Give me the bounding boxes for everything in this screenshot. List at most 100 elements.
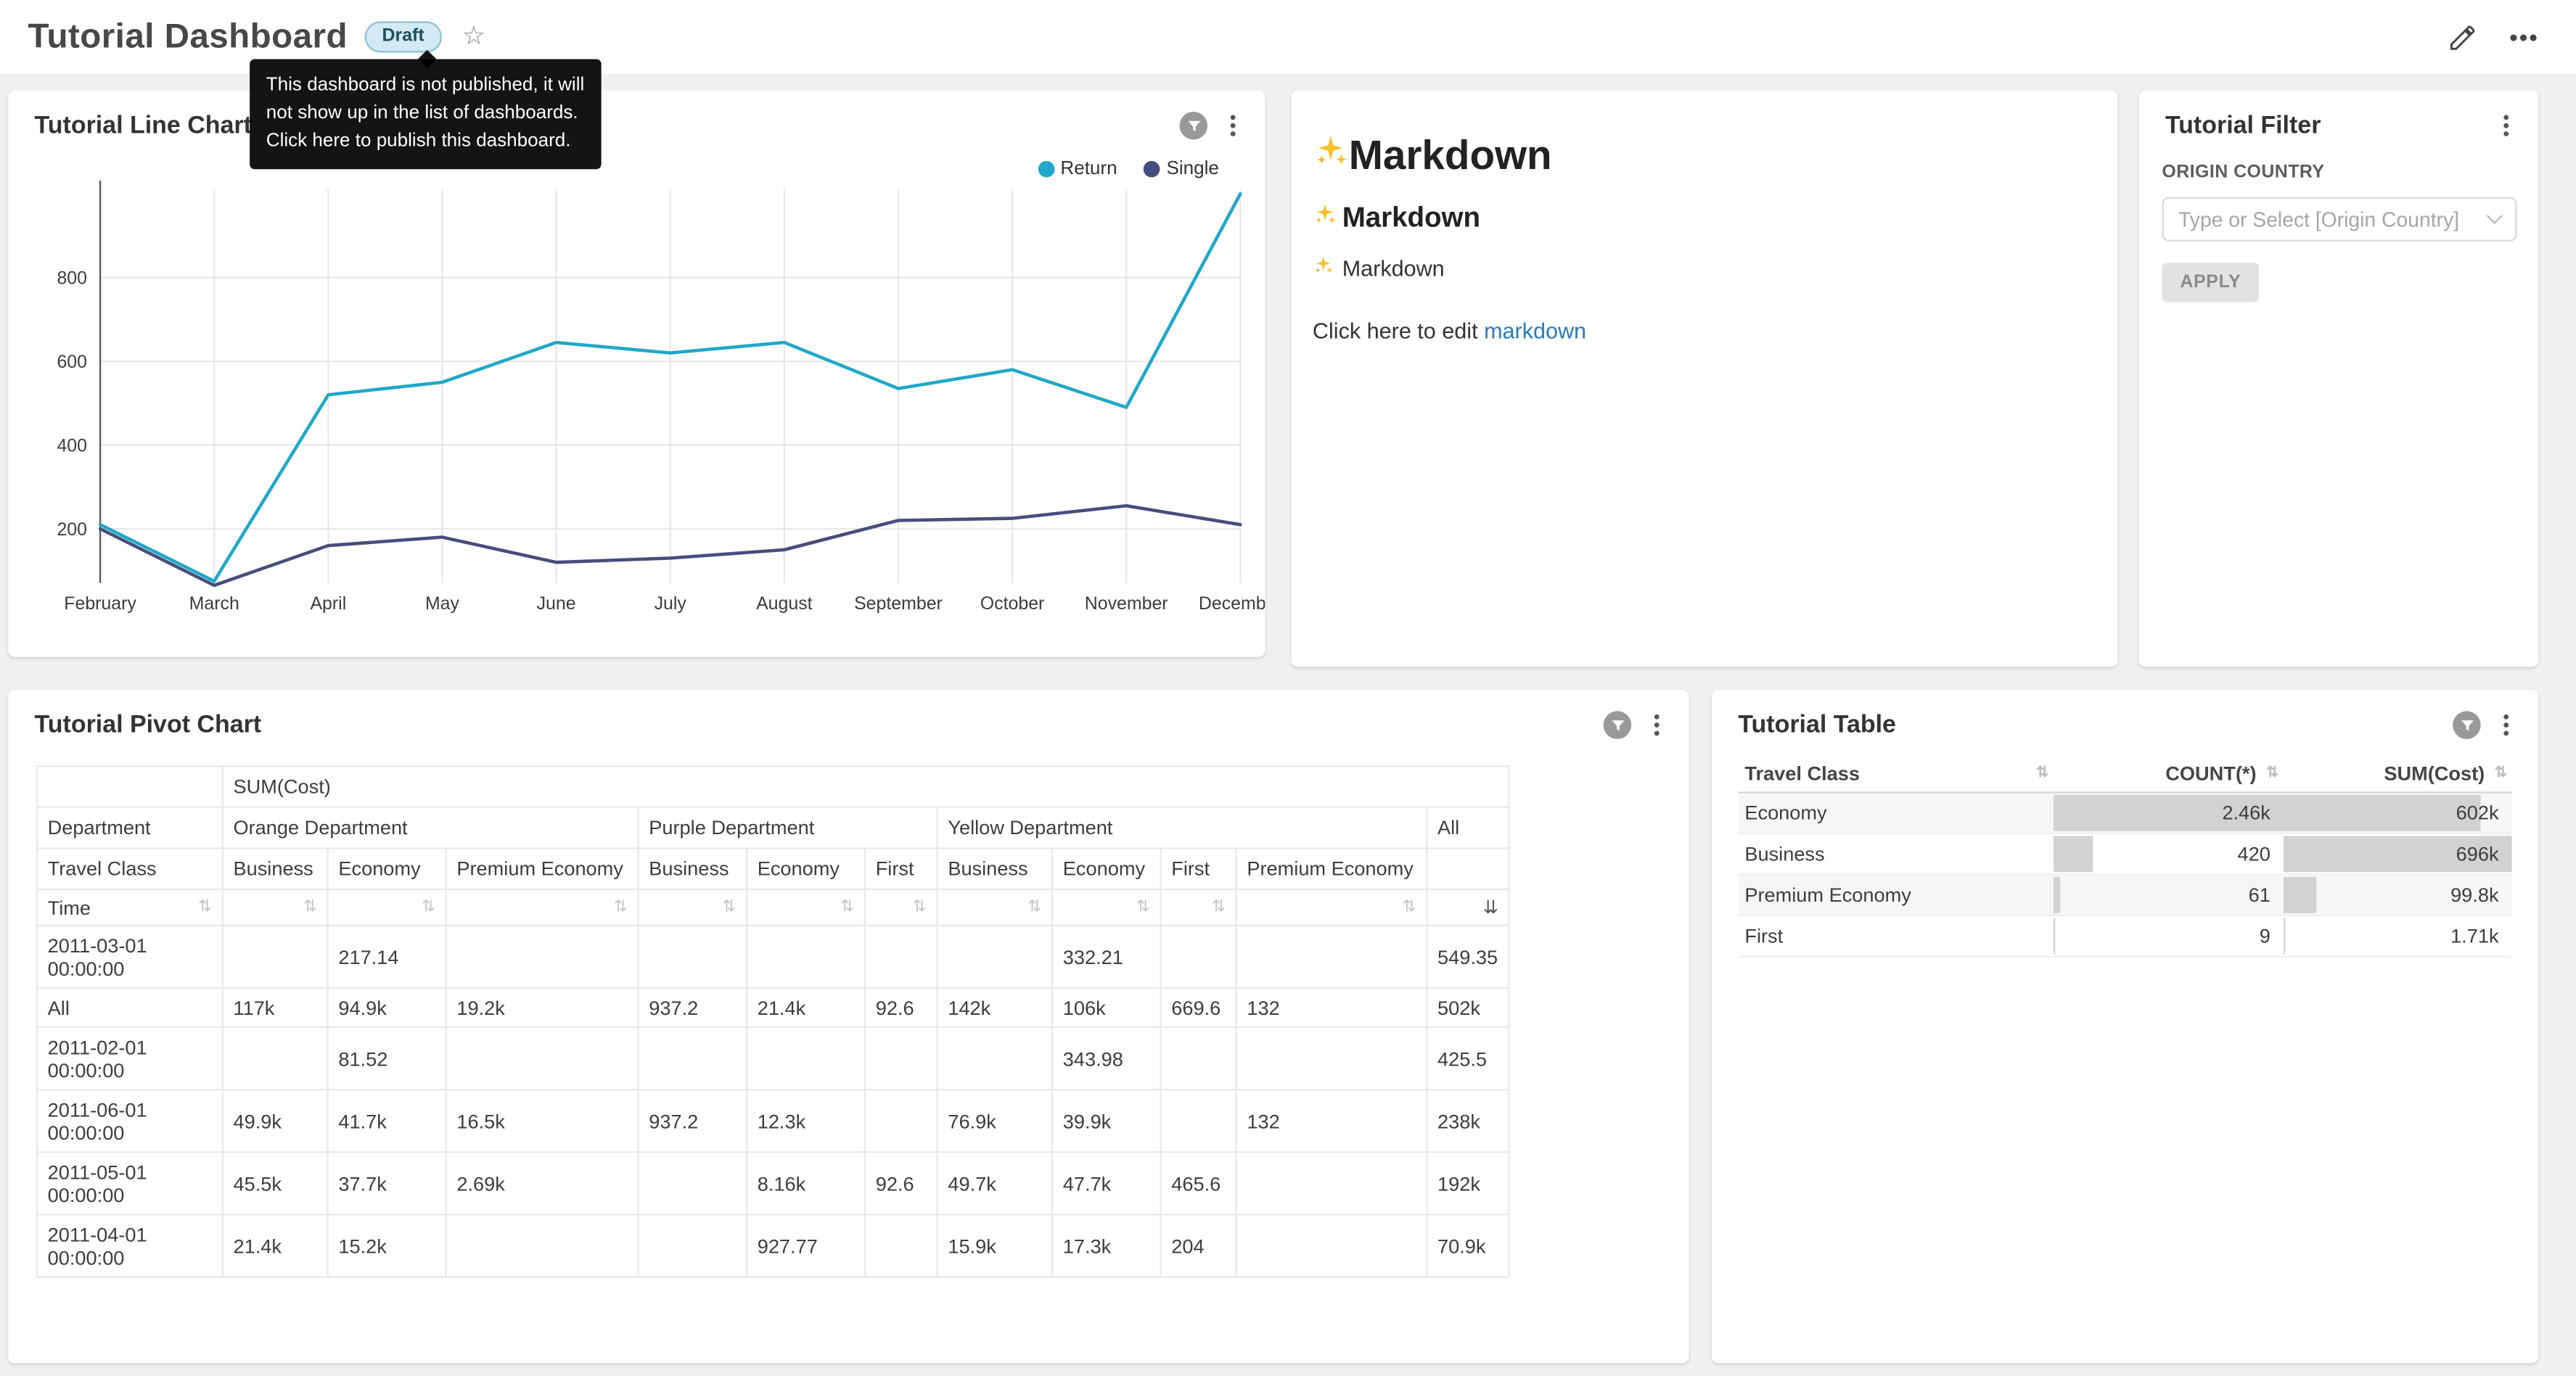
sort-icon[interactable]: ⇅ bbox=[1136, 896, 1150, 919]
sparkles-icon bbox=[1313, 255, 1334, 281]
pivot-cell bbox=[865, 1027, 938, 1090]
chevron-down-icon bbox=[2487, 208, 2503, 224]
metric-cell: 2.46k bbox=[2054, 791, 2284, 833]
sort-icon[interactable]: ⇅ bbox=[840, 896, 854, 919]
table-row[interactable]: First91.71k bbox=[1738, 915, 2511, 956]
pivot-cell: 15.2k bbox=[328, 1214, 446, 1277]
kebab-menu-icon[interactable] bbox=[2503, 123, 2509, 128]
page-title: Tutorial Dashboard bbox=[28, 17, 347, 57]
pivot-row: 2011-02-01 00:00:0081.52343.98425.5 bbox=[37, 1027, 1509, 1090]
kebab-menu-icon[interactable] bbox=[1654, 722, 1660, 728]
sort-icon[interactable]: ⇅ bbox=[422, 896, 435, 919]
select-placeholder: Type or Select [Origin Country] bbox=[2178, 207, 2459, 231]
filter-indicator-icon[interactable] bbox=[1604, 711, 1631, 738]
pivot-cell: 70.9k bbox=[1427, 1214, 1509, 1277]
markdown-paragraph: Markdown bbox=[1313, 255, 2091, 281]
pivot-cell: 47.7k bbox=[1052, 1152, 1160, 1214]
sort-icon[interactable]: ⇅ bbox=[1212, 896, 1226, 919]
table-row[interactable]: Premium Economy6199.8k bbox=[1738, 873, 2511, 915]
dashboard-grid: Tutorial Line Chart Return Single bbox=[0, 74, 2576, 1376]
sort-icon[interactable]: ⇅ bbox=[614, 896, 628, 919]
sparkles-icon bbox=[1313, 133, 1349, 181]
pivot-cell: 8.16k bbox=[747, 1152, 865, 1214]
pivot-class-label: Travel Class bbox=[37, 848, 223, 889]
pivot-cell: 37.7k bbox=[328, 1152, 446, 1214]
pivot-cell: 81.52 bbox=[328, 1027, 446, 1090]
y-tick-label: 800 bbox=[57, 268, 87, 289]
edit-dashboard-icon[interactable] bbox=[2448, 22, 2477, 52]
pivot-cell: 21.4k bbox=[747, 988, 865, 1027]
y-tick-label: 200 bbox=[57, 519, 87, 540]
kebab-menu-icon[interactable] bbox=[1231, 123, 1236, 128]
edit-markdown-link[interactable]: markdown bbox=[1484, 318, 1586, 343]
table-row[interactable]: Business420696k bbox=[1738, 833, 2511, 874]
pivot-cell: 117k bbox=[223, 988, 328, 1027]
more-options-icon[interactable] bbox=[2520, 33, 2527, 40]
pivot-cell bbox=[1236, 926, 1427, 988]
pivot-cell: 12.3k bbox=[747, 1090, 865, 1152]
pivot-table-container: SUM(Cost)DepartmentOrange DepartmentPurp… bbox=[36, 765, 1510, 1277]
sort-icon[interactable]: ⇅ bbox=[2266, 764, 2278, 782]
value-bar bbox=[2054, 876, 2059, 913]
pivot-cell bbox=[1236, 1027, 1427, 1090]
filter-indicator-icon[interactable] bbox=[1180, 112, 1207, 139]
pivot-row: 2011-06-01 00:00:0049.9k41.7k16.5k937.21… bbox=[37, 1090, 1509, 1152]
sort-icon[interactable]: ⇅ bbox=[2036, 764, 2048, 782]
apply-button[interactable]: APPLY bbox=[2162, 263, 2259, 302]
metric-cell: 696k bbox=[2284, 833, 2512, 874]
sort-icon[interactable]: ⇅ bbox=[2495, 764, 2507, 782]
table-card: Tutorial Table Travel Class⇅ COUNT(*)⇅ bbox=[1712, 690, 2538, 1363]
sort-icon[interactable]: ⇅ bbox=[303, 896, 317, 919]
status-badge[interactable]: Draft bbox=[364, 21, 443, 52]
markdown-body: Markdown Markdown Markdown Click here to… bbox=[1292, 91, 2118, 344]
column-header: SUM(Cost) bbox=[2384, 762, 2485, 785]
publish-tooltip[interactable]: This dashboard is not published, it will… bbox=[250, 59, 601, 169]
sort-icon[interactable]: ⇅ bbox=[913, 896, 927, 919]
origin-country-select[interactable]: Type or Select [Origin Country] bbox=[2162, 197, 2516, 242]
filter-indicator-icon[interactable] bbox=[2453, 711, 2480, 738]
data-table: Travel Class⇅ COUNT(*)⇅ SUM(Cost)⇅ Econo… bbox=[1738, 755, 2511, 956]
pivot-dept-header: Purple Department bbox=[639, 807, 938, 849]
tooltip-text: This dashboard is not published, it will… bbox=[266, 75, 585, 151]
pivot-row: All117k94.9k19.2k937.221.4k92.6142k106k6… bbox=[37, 988, 1509, 1027]
pivot-cell: 927.77 bbox=[747, 1214, 865, 1277]
pivot-row-label: 2011-03-01 00:00:00 bbox=[37, 926, 223, 988]
sort-icon[interactable]: ⇅ bbox=[1027, 896, 1041, 919]
table-row[interactable]: Economy2.46k602k bbox=[1738, 791, 2511, 833]
sort-icon[interactable]: ⇅ bbox=[198, 896, 212, 919]
sort-icon[interactable]: ⇅ bbox=[1403, 896, 1416, 919]
pivot-class-header: Business bbox=[938, 848, 1052, 889]
pivot-cell: 549.35 bbox=[1427, 926, 1509, 988]
single-legend-dot bbox=[1144, 161, 1160, 178]
pivot-cell bbox=[446, 1214, 639, 1277]
card-header-icons bbox=[2453, 711, 2512, 738]
pivot-class-header: Economy bbox=[747, 848, 865, 889]
pivot-cell: 49.9k bbox=[223, 1090, 328, 1152]
pivot-class-header: First bbox=[865, 848, 938, 889]
legend-item-return[interactable]: Return bbox=[1038, 160, 1117, 179]
x-tick-label: December bbox=[1199, 593, 1265, 614]
pivot-metric-header: SUM(Cost) bbox=[223, 766, 1509, 807]
pivot-row-label: 2011-04-01 00:00:00 bbox=[37, 1214, 223, 1277]
pivot-cell bbox=[446, 926, 639, 988]
sort-icon[interactable]: ⇅ bbox=[722, 896, 736, 919]
pivot-cell bbox=[1161, 1090, 1236, 1152]
kebab-menu-icon[interactable] bbox=[2503, 722, 2509, 728]
pivot-cell bbox=[639, 1152, 747, 1214]
pivot-dept-header: Orange Department bbox=[223, 807, 639, 849]
favorite-star-icon[interactable]: ☆ bbox=[462, 24, 485, 50]
pivot-cell bbox=[865, 1214, 938, 1277]
x-tick-label: April bbox=[310, 593, 346, 614]
pivot-cell: 41.7k bbox=[328, 1090, 446, 1152]
pivot-cell: 19.2k bbox=[446, 988, 639, 1027]
x-tick-label: November bbox=[1085, 593, 1168, 614]
column-header: Travel Class bbox=[1744, 762, 1860, 785]
filter-field-label: ORIGIN COUNTRY bbox=[2162, 162, 2516, 182]
pivot-cell: 132 bbox=[1236, 988, 1427, 1027]
return-legend-dot bbox=[1038, 161, 1054, 178]
pivot-class-header: First bbox=[1161, 848, 1236, 889]
sort-icon[interactable]: ⇊ bbox=[1483, 896, 1498, 919]
x-tick-label: June bbox=[537, 593, 576, 614]
legend-item-single[interactable]: Single bbox=[1144, 160, 1219, 179]
pivot-cell: 92.6 bbox=[865, 988, 938, 1027]
